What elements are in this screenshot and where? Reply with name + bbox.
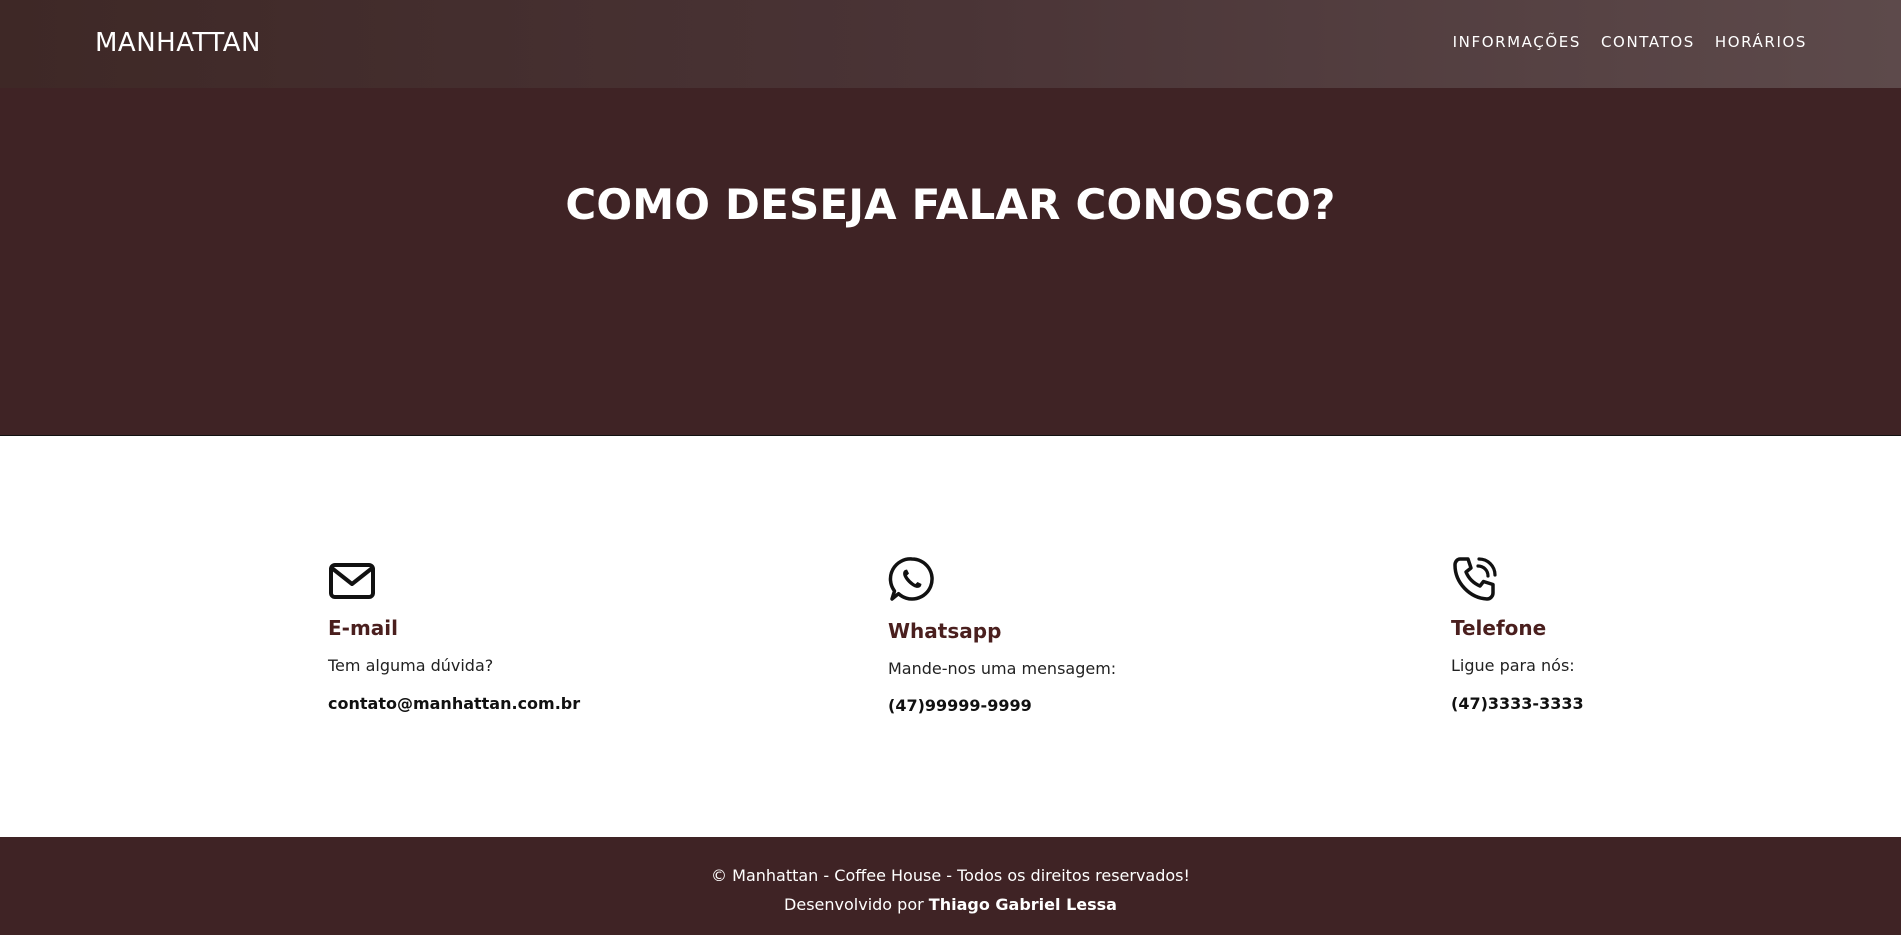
envelope-icon [329, 563, 375, 599]
contact-card-whatsapp: Whatsapp Mande-nos uma mensagem: (47)999… [888, 555, 1116, 715]
top-navbar: MANHATTAN INFORMAÇÕES CONTATOS HORÁRIOS [0, 0, 1901, 88]
page-title: COMO DESEJA FALAR CONOSCO? [565, 180, 1336, 229]
contact-card-email: E-mail Tem alguma dúvida? contato@manhat… [328, 557, 580, 713]
nav-link-horarios[interactable]: HORÁRIOS [1715, 33, 1807, 51]
brand-logo[interactable]: MANHATTAN [95, 28, 261, 58]
contact-whatsapp-value[interactable]: (47)99999-9999 [888, 696, 1032, 715]
contact-card-phone: Telefone Ligue para nós: (47)3333-3333 [1451, 555, 1584, 713]
contact-subtitle-phone: Ligue para nós: [1451, 656, 1575, 675]
nav-link-informacoes[interactable]: INFORMAÇÕES [1453, 33, 1581, 51]
footer-credits: Desenvolvido por Thiago Gabriel Lessa [0, 895, 1901, 914]
contact-section: E-mail Tem alguma dúvida? contato@manhat… [0, 437, 1901, 837]
contact-title-whatsapp: Whatsapp [888, 619, 1002, 643]
main-nav: INFORMAÇÕES CONTATOS HORÁRIOS [1453, 33, 1807, 51]
page-footer: © Manhattan - Coffee House - Todos os di… [0, 837, 1901, 935]
contact-phone-value[interactable]: (47)3333-3333 [1451, 694, 1584, 713]
footer-dev-name: Thiago Gabriel Lessa [928, 895, 1117, 914]
contact-subtitle-email: Tem alguma dúvida? [328, 656, 494, 675]
footer-copyright: © Manhattan - Coffee House - Todos os di… [711, 866, 1190, 885]
contact-title-phone: Telefone [1451, 616, 1547, 640]
contact-title-email: E-mail [328, 616, 399, 640]
footer-dev-prefix: Desenvolvido por [784, 895, 924, 914]
phone-icon [1453, 557, 1497, 601]
contact-subtitle-whatsapp: Mande-nos uma mensagem: [888, 659, 1117, 678]
whatsapp-icon [888, 557, 934, 601]
hero-banner: COMO DESEJA FALAR CONOSCO? [0, 88, 1901, 436]
nav-link-contatos[interactable]: CONTATOS [1601, 33, 1695, 51]
contact-email-value[interactable]: contato@manhattan.com.br [328, 694, 580, 713]
